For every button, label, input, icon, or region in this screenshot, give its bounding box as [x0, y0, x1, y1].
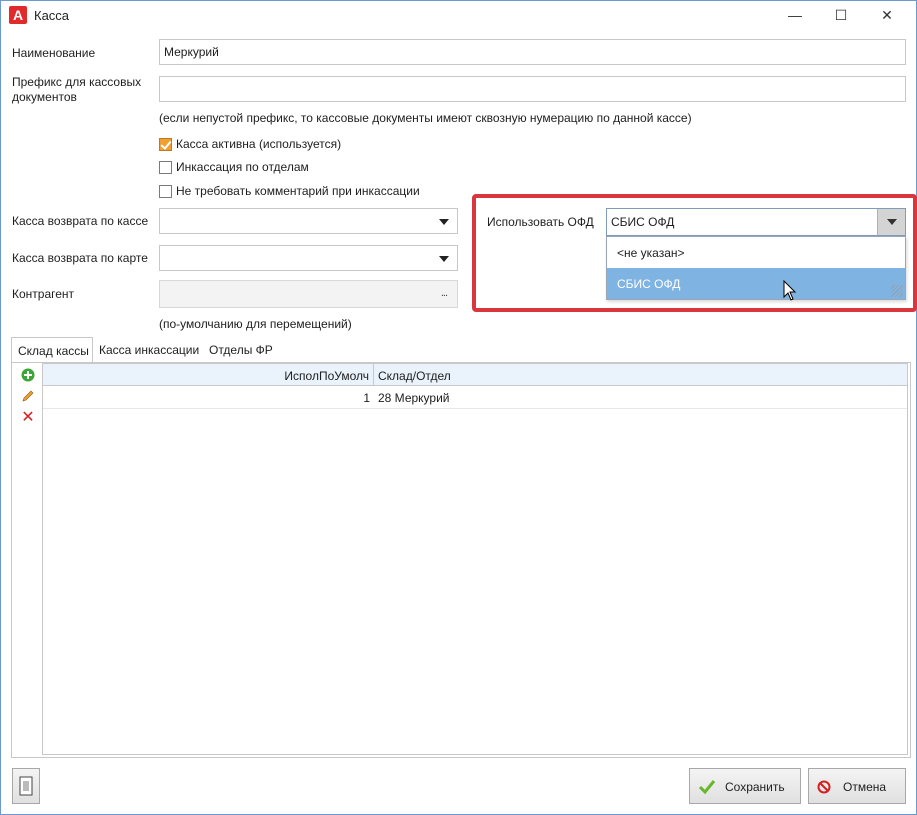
column-header-default[interactable]: ИсполПоУмолч: [43, 364, 374, 386]
name-input[interactable]: Меркурий: [159, 39, 906, 65]
cell-warehouse: 28 Меркурий: [378, 391, 450, 405]
encashment-departments-checkbox[interactable]: [159, 161, 172, 174]
kassa-window: A Касса — ☐ ✕ Наименование Меркурий Преф…: [0, 0, 917, 815]
save-button-label: Сохранить: [725, 780, 785, 794]
delete-icon[interactable]: ✕: [20, 410, 36, 426]
ofd-combo[interactable]: СБИС ОФД: [606, 208, 906, 236]
app-logo-icon: A: [9, 6, 27, 24]
prefix-input[interactable]: [159, 76, 906, 102]
tab-warehouse[interactable]: Склад кассы: [11, 337, 93, 363]
no-comment-row[interactable]: Не требовать комментарий при инкассации: [159, 183, 459, 201]
grid-header: ИсполПоУмолч Склад/Отдел: [43, 364, 907, 386]
tab-encashment[interactable]: Касса инкассации: [93, 337, 205, 363]
return-cash-label: Касса возврата по кассе: [12, 214, 149, 228]
ofd-label: Использовать ОФД: [487, 215, 594, 229]
return-cash-combo[interactable]: [159, 208, 458, 234]
warehouse-grid: ИсполПоУмолч Склад/Отдел 1 28 Меркурий: [42, 363, 908, 755]
window-title: Касса: [34, 8, 70, 23]
return-card-label: Касса возврата по карте: [12, 251, 148, 265]
chevron-down-icon: [439, 256, 449, 262]
cell-default: 1: [363, 391, 370, 405]
ofd-dropdown-button[interactable]: [877, 209, 905, 235]
maximize-button[interactable]: ☐: [818, 1, 864, 29]
active-checkbox[interactable]: [159, 138, 172, 151]
active-checkbox-label: Касса активна (используется): [176, 137, 342, 151]
encashment-departments-label: Инкассация по отделам: [176, 160, 309, 174]
cancel-icon: [817, 780, 831, 794]
chevron-down-icon: [439, 219, 449, 225]
table-row[interactable]: 1 28 Меркурий: [43, 387, 907, 409]
checkmark-icon: [698, 780, 716, 795]
contractor-hint: (по-умолчанию для перемещений): [159, 317, 352, 331]
ofd-option-none[interactable]: <не указан>: [607, 237, 905, 268]
resize-grip-icon[interactable]: [891, 285, 903, 297]
contractor-label: Контрагент: [12, 287, 75, 301]
encashment-departments-row[interactable]: Инкассация по отделам: [159, 159, 459, 177]
add-icon[interactable]: [20, 368, 36, 384]
mouse-cursor-icon: [783, 280, 797, 301]
document-icon: [19, 776, 33, 796]
tab-departments[interactable]: Отделы ФР: [203, 337, 279, 363]
name-label: Наименование: [12, 46, 96, 60]
ofd-option-sbis[interactable]: СБИС ОФД: [607, 268, 905, 299]
minimize-button[interactable]: —: [772, 1, 818, 29]
active-checkbox-row[interactable]: Касса активна (используется): [159, 136, 459, 154]
prefix-label: Префикс для кассовых документов: [12, 75, 142, 104]
edit-icon[interactable]: [20, 389, 36, 405]
close-button[interactable]: ✕: [864, 1, 910, 29]
no-comment-label: Не требовать комментарий при инкассации: [176, 184, 420, 198]
tab-panel: ✕ ИсполПоУмолч Склад/Отдел 1 28 Меркурий: [11, 362, 911, 758]
cancel-button[interactable]: Отмена: [808, 768, 906, 804]
ofd-value: СБИС ОФД: [611, 215, 675, 229]
ellipsis-button[interactable]: ...: [441, 287, 448, 299]
prefix-hint: (если непустой префикс, то кассовые доку…: [159, 111, 692, 125]
ofd-dropdown-list: <не указан> СБИС ОФД: [606, 236, 906, 300]
no-comment-checkbox[interactable]: [159, 185, 172, 198]
tab-bar: Склад кассы Касса инкассации Отделы ФР: [11, 337, 911, 363]
contractor-input[interactable]: ...: [159, 280, 458, 308]
cancel-button-label: Отмена: [843, 780, 887, 794]
title-bar: A Касса — ☐ ✕: [1, 1, 916, 30]
return-card-combo[interactable]: [159, 245, 458, 271]
save-button[interactable]: Сохранить: [689, 768, 801, 804]
print-button[interactable]: [12, 768, 40, 804]
column-header-warehouse[interactable]: Склад/Отдел: [374, 364, 907, 386]
